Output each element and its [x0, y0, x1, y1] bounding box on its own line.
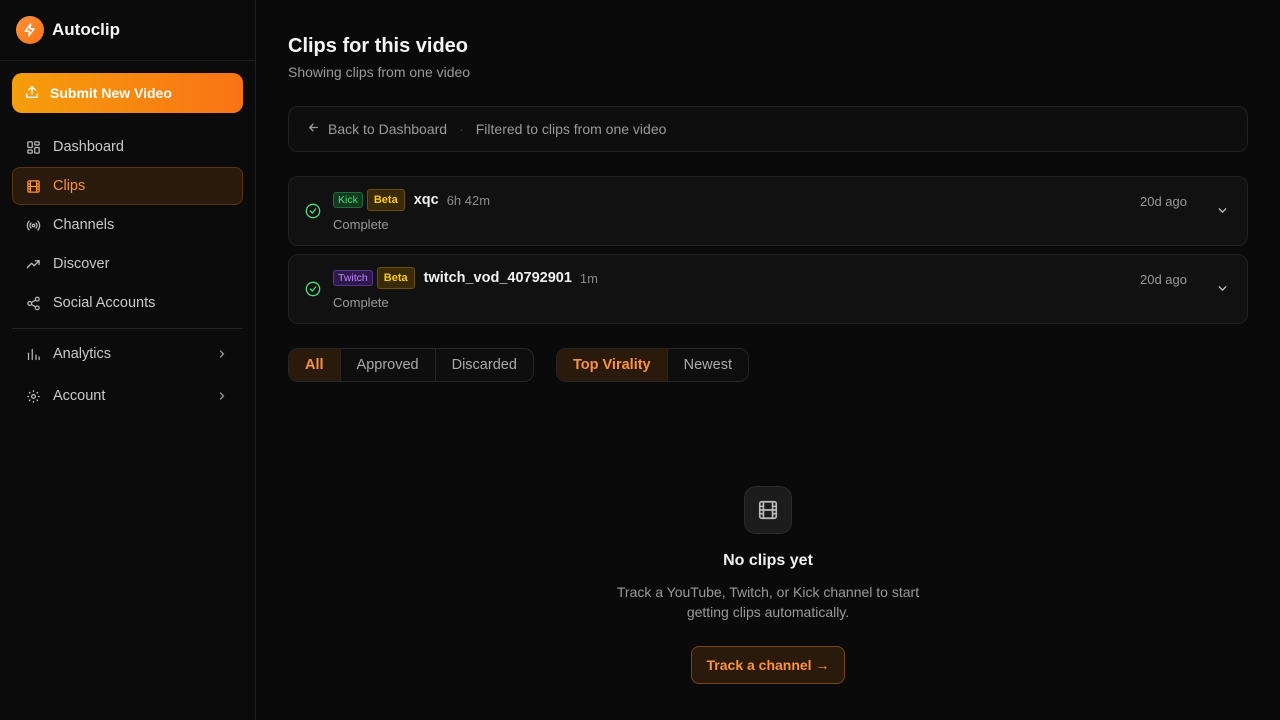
sort-group: Top Virality Newest [556, 348, 749, 382]
video-age: 20d ago [1140, 194, 1187, 209]
filter-discarded-button[interactable]: Discarded [436, 349, 533, 381]
page-title: Clips for this video [288, 35, 469, 57]
video-header: Twitch Beta twitch_vod_40792901 1m [333, 267, 598, 289]
empty-state-description: Track a YouTube, Twitch, or Kick channel… [616, 584, 920, 620]
sidebar-item-social-accounts[interactable]: Social Accounts [12, 284, 243, 322]
chevron-right-icon [216, 348, 228, 364]
filter-bar: Back to Dashboard · Filtered to clips fr… [288, 106, 1248, 152]
video-card[interactable]: Twitch Beta twitch_vod_40792901 1m Compl… [288, 254, 1248, 324]
submit-new-video-label: Submit New Video [50, 85, 172, 101]
sidebar-item-label: Social Accounts [53, 295, 156, 311]
beta-badge: Beta [376, 267, 415, 289]
bar-chart-icon [25, 346, 41, 362]
sidebar-item-account[interactable]: Account [12, 377, 243, 415]
submit-new-video-button[interactable]: Submit New Video [12, 73, 243, 113]
sidebar-item-discover[interactable]: Discover [12, 245, 243, 283]
check-circle-icon [305, 281, 321, 302]
sidebar-item-channels[interactable]: Channels [12, 206, 243, 244]
status-filter-group: All Approved Discarded [288, 348, 534, 382]
video-duration: 1m [579, 270, 598, 286]
sort-top-virality-button[interactable]: Top Virality [557, 349, 668, 381]
gear-icon [25, 388, 41, 404]
lightning-icon [16, 16, 44, 44]
sidebar-item-label: Dashboard [53, 139, 124, 155]
track-channel-button[interactable]: Track a channel → [691, 646, 845, 684]
sidebar-item-label: Account [53, 388, 106, 404]
trending-icon [25, 256, 41, 272]
sidebar: Autoclip Submit New Video Dashboard Clip… [0, 0, 256, 720]
video-title: xqc [413, 192, 439, 208]
video-status: Complete [333, 295, 389, 310]
chevron-down-icon[interactable] [1216, 282, 1229, 300]
check-circle-icon [305, 203, 321, 224]
back-to-dashboard-label: Back to Dashboard [328, 121, 448, 137]
sidebar-item-label: Analytics [53, 346, 112, 362]
chevron-right-icon [216, 390, 228, 406]
sidebar-nav: Dashboard Clips Channels Discover Social… [12, 128, 243, 416]
sort-newest-button[interactable]: Newest [668, 349, 748, 381]
upload-icon [24, 84, 40, 103]
chevron-down-icon[interactable] [1216, 204, 1229, 222]
video-header: Kick Beta xqc 6h 42m [333, 189, 490, 211]
video-title: twitch_vod_40792901 [423, 270, 572, 286]
back-to-dashboard-link[interactable]: Back to Dashboard [307, 121, 447, 137]
platform-badge: Twitch [333, 270, 373, 286]
filter-all-button[interactable]: All [289, 349, 341, 381]
broadcast-icon [25, 217, 41, 233]
filter-description: Filtered to clips from one video [475, 121, 667, 137]
brand: Autoclip [0, 0, 255, 61]
video-age: 20d ago [1140, 272, 1187, 287]
sidebar-item-label: Discover [53, 256, 110, 272]
beta-badge: Beta [366, 189, 405, 211]
sidebar-divider [12, 328, 243, 329]
sidebar-item-clips[interactable]: Clips [12, 167, 243, 205]
separator-dot: · [459, 121, 464, 137]
platform-badge: Kick [333, 192, 363, 208]
sidebar-item-analytics[interactable]: Analytics [12, 335, 243, 373]
sidebar-item-label: Channels [53, 217, 115, 233]
video-card[interactable]: Kick Beta xqc 6h 42m Complete 20d ago [288, 176, 1248, 246]
film-icon [744, 486, 792, 534]
arrow-left-icon [307, 121, 320, 137]
dashboard-icon [25, 139, 41, 155]
video-duration: 6h 42m [446, 192, 491, 208]
share-icon [25, 295, 41, 311]
video-status: Complete [333, 217, 389, 232]
page-subtitle: Showing clips from one video [288, 64, 471, 80]
empty-state-title: No clips yet [723, 552, 813, 569]
sidebar-item-dashboard[interactable]: Dashboard [12, 128, 243, 166]
sidebar-item-label: Clips [53, 178, 86, 194]
app-name: Autoclip [52, 20, 120, 39]
film-icon [25, 178, 41, 194]
filter-approved-button[interactable]: Approved [341, 349, 436, 381]
